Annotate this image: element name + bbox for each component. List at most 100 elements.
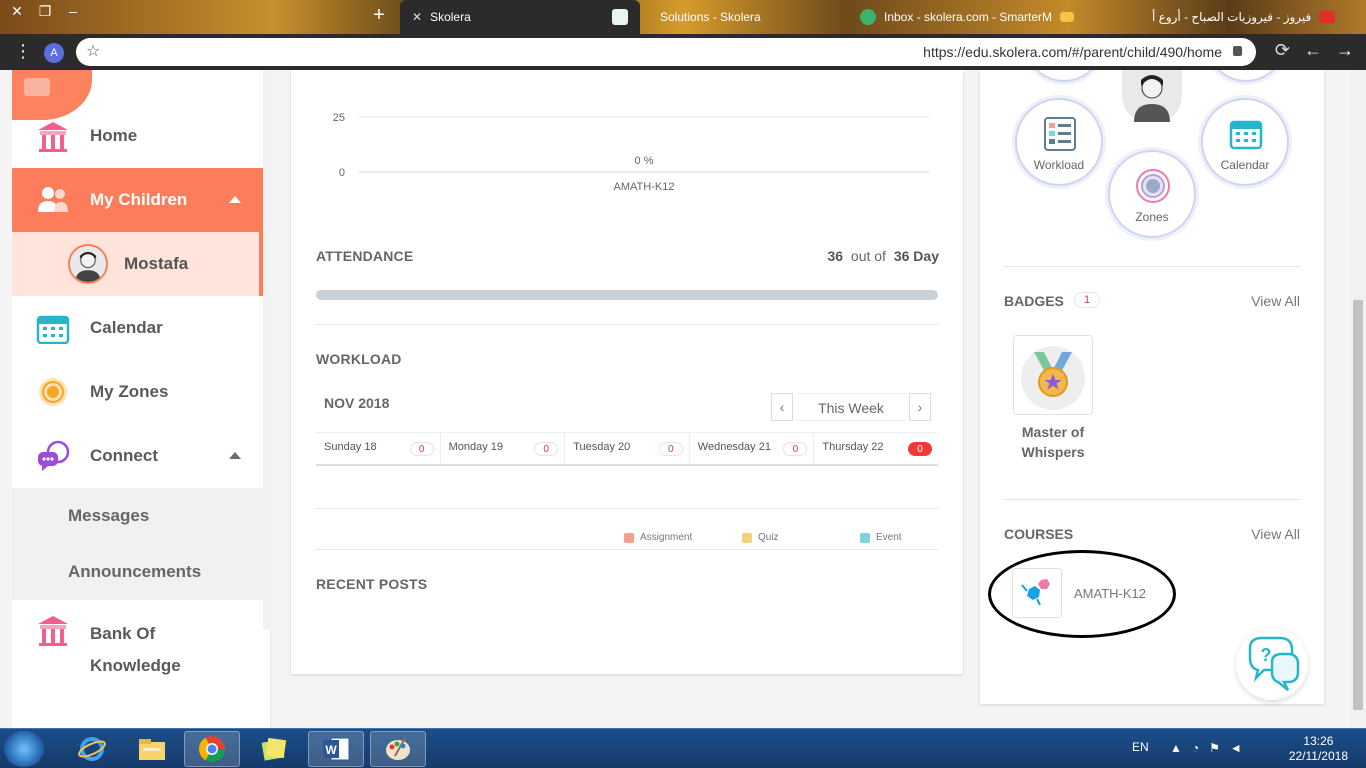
attendance-progress-fill [316, 290, 938, 300]
quiz-swatch [742, 532, 752, 543]
sidebar-item-connect[interactable]: Connect [12, 424, 263, 488]
restore-window-icon[interactable]: ❐ [36, 2, 54, 20]
day-count-badge: 0 [907, 442, 932, 456]
bubble-workload[interactable]: Workload [1015, 98, 1103, 186]
user-avatar-icon [70, 246, 106, 282]
tab-label: Solutions - Skolera [660, 10, 761, 24]
sidebar-item-my-children[interactable]: My Children [12, 168, 263, 232]
total-days: 36 Day [893, 248, 939, 264]
bubble-partial[interactable] [1206, 70, 1286, 82]
child-avatar-icon [1122, 70, 1182, 122]
sidebar-item-child-mostafa[interactable]: Mostafa [12, 232, 263, 296]
bookmark-star-icon[interactable]: ☆ [86, 41, 100, 61]
volume-icon[interactable]: ◄ [1230, 741, 1242, 755]
bubble-zones[interactable]: Zones [1108, 150, 1196, 238]
caret-up-icon [229, 452, 241, 459]
mail-app-icon [860, 9, 876, 25]
youtube-icon [1319, 11, 1336, 23]
bubble-label: Workload [1033, 158, 1085, 172]
paint-icon[interactable] [370, 731, 426, 767]
day-name: Tuesday 20 [573, 441, 631, 453]
bubble-label: Calendar [1220, 158, 1270, 172]
x-category-label: AMATH-K12 [614, 181, 675, 193]
window-controls: ✕ ❐ – [8, 2, 82, 20]
profile-avatar[interactable]: A [44, 43, 64, 63]
divider [316, 549, 938, 550]
system-clock[interactable]: 13:26 22/11/2018 [1289, 734, 1348, 764]
workload-day[interactable]: Tuesday 20 0 [565, 433, 690, 464]
bubble-partial[interactable] [1024, 70, 1104, 82]
bubble-calendar[interactable]: Calendar [1201, 98, 1289, 186]
page-viewport: Home My Children Mostafa Calendar My Zon… [0, 70, 1350, 728]
internet-explorer-icon[interactable] [64, 731, 120, 767]
bar-data-label: 0 % [635, 155, 654, 167]
browser-menu-icon[interactable]: ⋮ [14, 42, 32, 60]
flag-icon[interactable]: ⚑ [1209, 741, 1220, 755]
sidebar-item-label: Connect [90, 446, 158, 465]
minimize-window-icon[interactable]: – [64, 2, 82, 20]
legend-item-event: Event [860, 532, 902, 543]
tab-close-icon[interactable]: ✕ [412, 10, 422, 24]
close-window-icon[interactable]: ✕ [8, 2, 26, 20]
caret-up-icon [229, 196, 241, 203]
y-tick-label: 25 [333, 112, 345, 124]
show-hidden-icons-icon[interactable]: ▲ [1170, 741, 1182, 755]
sidebar-scroll-track[interactable] [263, 70, 271, 630]
sidebar-item-my-zones[interactable]: My Zones [12, 360, 263, 424]
divider [1004, 499, 1300, 500]
forward-arrow-icon[interactable]: → [1336, 40, 1354, 61]
badges-view-all-link[interactable]: View All [1251, 293, 1300, 309]
new-tab-button[interactable]: + [368, 4, 390, 26]
bubble-label: Zones [1135, 210, 1169, 224]
zones-icon [1136, 169, 1170, 203]
url-input[interactable]: ☆ https://edu.skolera.com/#/parent/child… [76, 38, 1256, 66]
tab-solutions[interactable]: Solutions - Skolera [648, 0, 828, 34]
courses-view-all-link[interactable]: View All [1251, 526, 1300, 542]
file-explorer-icon[interactable] [124, 731, 180, 767]
legend-item-assignment: Assignment [624, 532, 692, 543]
back-arrow-icon[interactable]: ← [1304, 40, 1322, 61]
week-selector[interactable]: This Week [796, 393, 906, 421]
word-icon[interactable]: W [308, 731, 364, 767]
attendance-count: 36 out of 36 Day [827, 248, 939, 264]
legend-label: Quiz [758, 532, 779, 543]
page-scrollbar[interactable] [1350, 70, 1366, 728]
tab-label: فيروز - فيروزيات الصباح - أروع أ [1152, 10, 1312, 24]
language-indicator[interactable]: EN [1132, 740, 1149, 754]
chrome-icon[interactable] [184, 731, 240, 767]
clock-date: 22/11/2018 [1288, 749, 1348, 763]
chevron-left-icon[interactable]: ‹ [771, 393, 793, 421]
sidebar-item-label: Messages [68, 506, 150, 525]
tab-youtube[interactable]: فيروز - فيروزيات الصباح - أروع أ [1140, 0, 1366, 34]
sidebar-item-calendar[interactable]: Calendar [12, 296, 263, 360]
sidebar-item-label: Home [90, 126, 138, 145]
reload-icon[interactable]: ⟳ [1275, 40, 1290, 61]
badge-tile[interactable] [1013, 335, 1093, 415]
hand-drawn-circle-annotation [988, 550, 1176, 638]
sticky-notes-icon[interactable] [246, 731, 302, 767]
workload-legend: Assignment Quiz Event [316, 520, 938, 550]
sidebar-item-label: My Children [90, 190, 188, 209]
skolera-logo [24, 78, 50, 96]
sidebar-item-messages[interactable]: Messages [12, 488, 263, 544]
workload-day[interactable]: Wednesday 21 0 [690, 433, 815, 464]
workload-day[interactable]: Thursday 22 0 [814, 433, 938, 464]
sidebar-item-home[interactable]: Home [12, 104, 263, 168]
zones-icon [39, 378, 67, 406]
attendance-progress-bar [316, 290, 938, 300]
wifi-icon[interactable]: ◔ [1192, 741, 1199, 755]
tab-inbox[interactable]: Inbox - skolera.com - SmarterM [848, 0, 1088, 34]
workload-day[interactable]: Sunday 18 0 [316, 433, 441, 464]
badges-title: BADGES [1004, 293, 1064, 309]
sidebar-item-announcements[interactable]: Announcements [12, 544, 263, 600]
windows-start-icon[interactable] [4, 731, 44, 767]
workload-day[interactable]: Monday 19 0 [441, 433, 566, 464]
calendar-icon [1229, 120, 1263, 150]
lock-icon [1233, 46, 1242, 56]
tab-skolera[interactable]: ✕ Skolera [400, 0, 640, 34]
badges-count: 1 [1074, 292, 1100, 308]
divider [316, 324, 938, 325]
chevron-right-icon[interactable]: › [909, 393, 931, 421]
scrollbar-thumb[interactable] [1353, 300, 1363, 710]
help-chat-button[interactable]: ? [1236, 628, 1308, 700]
